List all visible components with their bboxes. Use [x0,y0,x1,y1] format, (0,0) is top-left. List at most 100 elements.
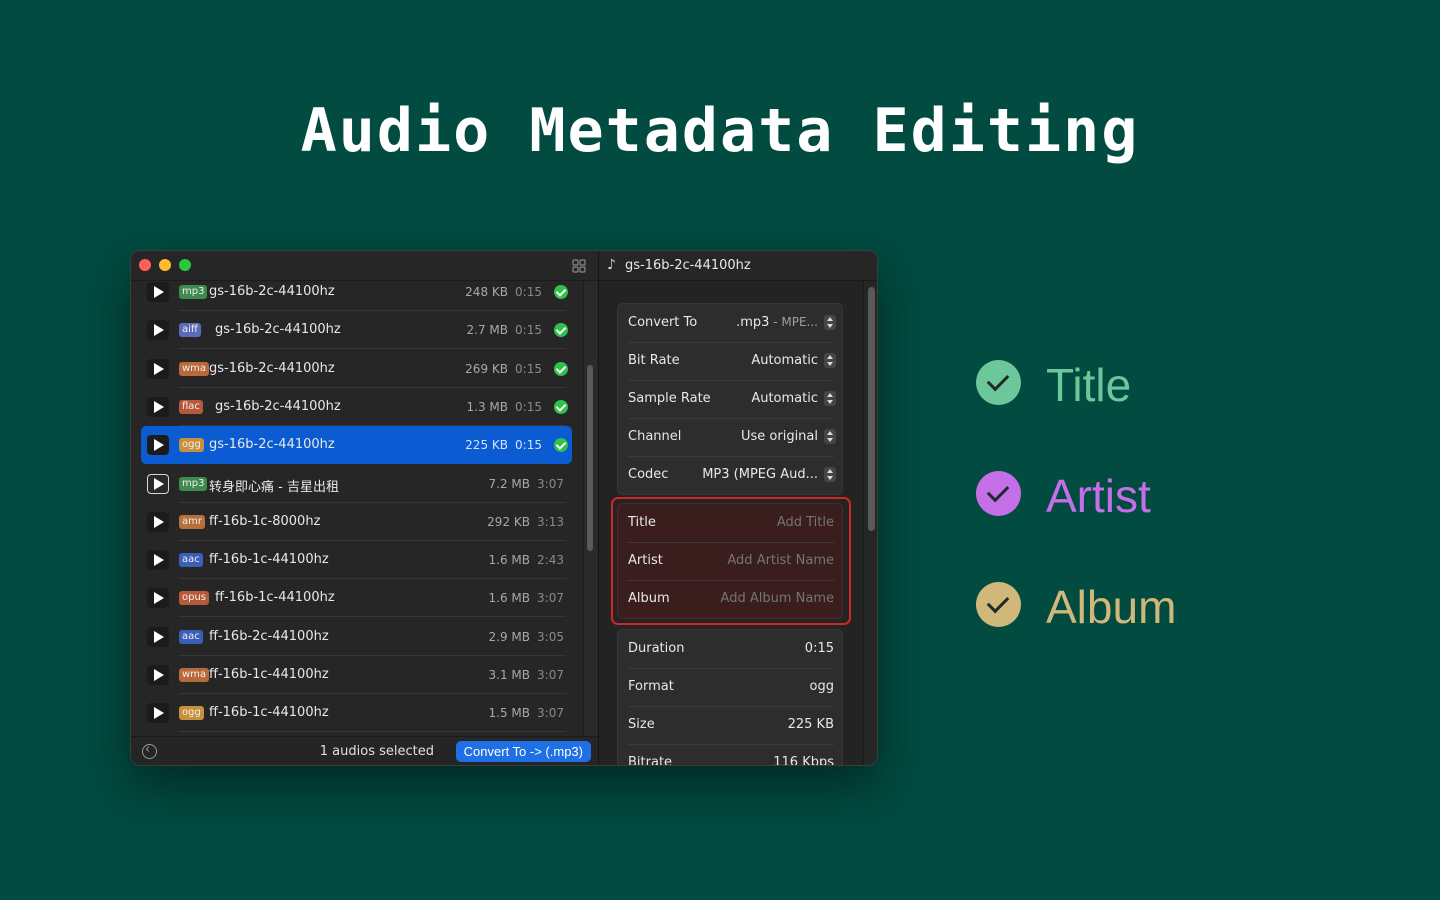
convert-button[interactable]: Convert To -> (.mp3) [455,741,591,762]
metadata-label: Album [628,591,670,606]
setting-row[interactable]: Codec MP3 (MPEG Aud... [618,456,844,494]
setting-label: Sample Rate [628,391,711,406]
setting-row[interactable]: Channel Use original [618,418,844,456]
music-note-icon: ♪ [607,257,616,273]
feature-label: Title [1046,359,1132,411]
file-list-scrollbar-thumb[interactable] [587,365,593,551]
play-button[interactable] [147,473,169,494]
list-item[interactable]: flac gs-16b-2c-44100hz 1.3 MB 0:15 [141,388,572,426]
file-name: ff-16b-1c-44100hz [209,667,329,682]
list-item[interactable]: ogg gs-16b-2c-44100hz 225 KB 0:15 [141,426,572,465]
play-button[interactable] [147,665,169,685]
play-button[interactable] [147,435,169,456]
play-button[interactable] [147,396,169,417]
setting-value[interactable]: Automatic [751,391,818,406]
setting-label: Channel [628,429,682,444]
file-size: 225 KB [465,438,508,453]
popup-stepper-icon[interactable] [824,353,836,368]
format-badge: amr [179,514,205,529]
play-button[interactable] [147,703,169,724]
popup-stepper-icon[interactable] [824,315,836,330]
list-item[interactable]: aac ff-16b-1c-44100hz 1.6 MB 2:43 [141,541,572,580]
list-item[interactable]: amr ff-16b-1c-8000hz 292 KB 3:13 [141,503,572,541]
setting-value-main: MP3 (MPEG Aud... [702,467,818,482]
setting-value[interactable]: Automatic [751,353,818,368]
feature-item: Title [976,359,1376,411]
zoom-window-button[interactable] [179,259,191,271]
file-info-group: Duration 0:15 Format ogg Size 225 KB Bitrate 11… [617,629,844,766]
setting-value[interactable]: MP3 (MPEG Aud... [702,467,818,482]
minimize-window-button[interactable] [159,259,171,271]
file-name: ff-16b-1c-44100hz [215,590,335,606]
play-button[interactable] [147,550,169,571]
album-field[interactable] [694,591,834,606]
format-badge: mp3 [179,476,208,491]
list-item[interactable]: mp3 gs-16b-2c-44100hz 248 KB 0:15 [141,281,572,311]
back-arrow-icon[interactable] [142,742,157,759]
completed-check-icon [554,399,568,414]
setting-value[interactable]: .mp3 - MPE... [736,315,818,330]
completed-check-icon [554,361,568,376]
grid-view-icon[interactable] [572,259,586,273]
setting-row[interactable]: Sample Rate Automatic [618,380,844,418]
checkmark-icon [976,471,1021,516]
format-badge: aac [179,553,203,568]
metadata-row: Album [618,580,844,618]
inspector-scrollbar-thumb[interactable] [868,287,875,531]
inspector-pane: ♪ gs-16b-2c-44100hz Convert To .mp3 - MPE… [599,251,877,766]
file-duration: 3:07 [537,591,564,606]
metadata-row: Title [618,504,844,542]
file-name: gs-16b-2c-44100hz [215,322,341,338]
checkmark-icon [976,582,1021,627]
file-duration: 0:15 [515,438,542,453]
close-window-button[interactable] [139,259,151,271]
selected-count-label: 1 audios selected [319,744,434,759]
setting-row[interactable]: Bit Rate Automatic [618,342,844,380]
info-label: Bitrate [628,755,673,766]
setting-value[interactable]: Use original [741,429,818,444]
list-item[interactable]: ogg ff-16b-1c-44100hz 1.5 MB 3:07 [141,694,572,733]
file-size: 3.1 MB [488,668,530,682]
setting-label: Convert To [628,315,698,330]
play-button[interactable] [147,282,169,302]
metadata-label: Artist [628,553,663,568]
list-item[interactable]: aiff gs-16b-2c-44100hz 2.7 MB 0:15 [141,311,572,350]
file-duration: 2:43 [537,553,564,568]
play-button[interactable] [147,320,169,341]
artist-field[interactable] [694,553,834,568]
audio-file-list: mp3 gs-16b-2c-44100hz 248 KB 0:15 aiff gs-16b… [131,281,598,736]
play-button[interactable] [147,511,169,532]
file-name: 转身即心痛 - 吉星出租 [209,479,339,495]
feature-item: Album [976,581,1376,633]
list-item[interactable]: wma ff-16b-1c-44100hz 3.1 MB 3:07 [141,656,572,694]
popup-stepper-icon[interactable] [824,391,836,406]
title-field[interactable] [694,515,834,530]
app-window: mp3 gs-16b-2c-44100hz 248 KB 0:15 aiff gs-16b… [130,250,878,766]
play-button[interactable] [147,588,169,609]
setting-row[interactable]: Convert To .mp3 - MPE... [618,304,844,342]
list-item[interactable]: opus ff-16b-1c-44100hz 1.6 MB 3:07 [141,579,572,618]
list-item[interactable]: aac ff-16b-2c-44100hz 2.9 MB 3:05 [141,618,572,656]
page-headline: Audio Metadata Editing [300,96,1140,166]
popup-stepper-icon[interactable] [824,429,836,444]
metadata-row: Artist [618,542,844,580]
play-button[interactable] [147,626,169,647]
list-item[interactable]: wma gs-16b-2c-44100hz 269 KB 0:15 [141,350,572,388]
file-list-pane: mp3 gs-16b-2c-44100hz 248 KB 0:15 aiff gs-16b… [131,251,598,765]
info-label: Format [628,679,674,694]
file-size: 7.2 MB [488,476,530,491]
file-size: 1.5 MB [488,706,530,721]
info-row: Format ogg [618,668,844,706]
completed-check-icon [554,285,568,299]
file-size: 248 KB [465,285,508,299]
play-button[interactable] [147,358,169,379]
popup-stepper-icon[interactable] [824,467,836,482]
format-badge: ogg [179,706,204,721]
file-duration: 0:15 [515,323,542,338]
file-name: gs-16b-2c-44100hz [215,398,341,414]
file-name: gs-16b-2c-44100hz [209,437,335,453]
conversion-settings-group: Convert To .mp3 - MPE... Bit Rate Automatic… [617,303,843,495]
format-badge: ogg [179,438,204,453]
list-item[interactable]: mp3 转身即心痛 - 吉星出租 7.2 MB 3:07 [141,465,572,503]
format-badge: aac [179,629,203,644]
